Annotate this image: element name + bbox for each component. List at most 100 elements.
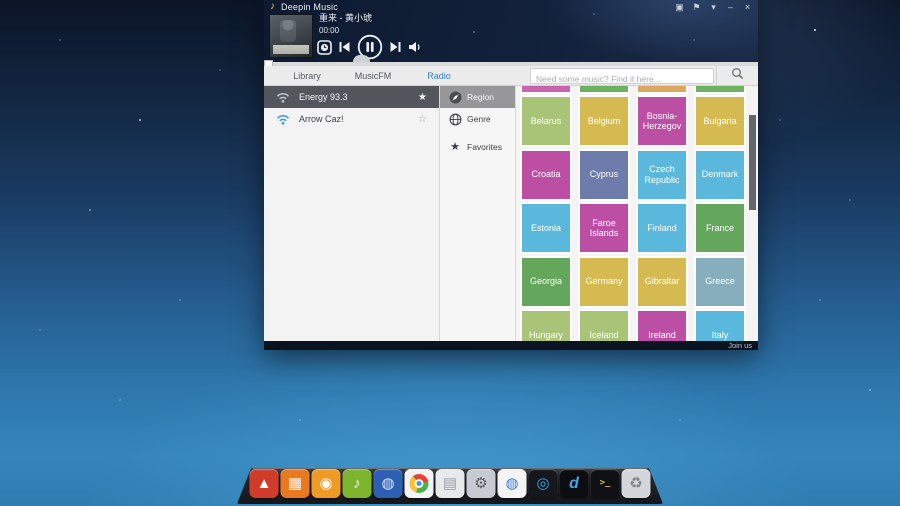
globe-glyph: ◍ — [381, 475, 395, 492]
region-tile-hungary[interactable]: Hungary — [522, 311, 570, 341]
screenshot-icon[interactable]: ◎ — [528, 469, 558, 498]
drawer-glyph: ▦ — [287, 475, 303, 492]
minimize-icon[interactable]: – — [725, 2, 736, 12]
gear-glyph: ⚙ — [474, 475, 488, 492]
join-us-link[interactable]: Join us — [728, 342, 752, 350]
nav-label: Region — [467, 92, 494, 102]
region-tile-croatia[interactable]: Croatia — [522, 150, 570, 199]
region-tile-partial[interactable] — [638, 86, 686, 92]
station-name: Arrow Caz! — [299, 114, 344, 124]
region-tile-estonia[interactable]: Estonia — [522, 204, 570, 252]
region-grid: Belarus Belgium Bosnia-Herzegov Bulgaria… — [516, 86, 758, 341]
station-name: Energy 93.3 — [299, 92, 348, 102]
region-tile-partial[interactable] — [580, 86, 628, 92]
favorite-star-icon[interactable]: ★ — [418, 92, 427, 103]
region-tile-gibraltar[interactable]: Gibraltar — [638, 257, 686, 306]
region-tiles: Belarus Belgium Bosnia-Herzegov Bulgaria… — [522, 97, 744, 341]
search-button[interactable] — [716, 66, 758, 86]
lyric-icon[interactable]: ⚑ — [691, 2, 702, 12]
station-row-energy[interactable]: Energy 93.3 ★ — [264, 86, 439, 108]
search-icon — [731, 67, 744, 85]
close-icon[interactable]: × — [742, 2, 753, 12]
search-box — [530, 68, 714, 86]
radio-signal-icon — [276, 92, 290, 103]
tab-musicfm[interactable]: MusicFM — [340, 66, 406, 86]
recycle-glyph: ♻ — [629, 475, 643, 492]
chrome-logo — [409, 474, 429, 493]
favorite-star-icon[interactable]: ☆ — [418, 114, 427, 125]
song-title: 重来 - 黄小琥 — [319, 13, 372, 23]
trash-icon[interactable]: ♻ — [621, 469, 651, 498]
documents-icon[interactable]: ▤ — [435, 469, 465, 498]
dmusic-icon[interactable]: d — [559, 469, 589, 498]
region-tile-georgia[interactable]: Georgia — [522, 257, 570, 306]
folder-glyph: ▤ — [442, 475, 458, 492]
volume-icon[interactable] — [408, 41, 423, 53]
d-glyph: d — [569, 474, 579, 492]
note-glyph: ♪ — [353, 475, 361, 492]
region-tile-czech[interactable]: Czech Republic — [638, 150, 686, 199]
player-collapse-handle[interactable] — [353, 55, 370, 62]
terminal-icon[interactable]: >_ — [590, 469, 620, 498]
search-input[interactable] — [531, 72, 713, 86]
region-tile-ireland[interactable]: Ireland — [638, 311, 686, 341]
nav-label: Genre — [467, 114, 491, 124]
star-icon: ★ — [450, 140, 460, 153]
globe-icon — [448, 112, 462, 126]
region-tile-belarus[interactable]: Belarus — [522, 97, 570, 145]
region-tile-partial[interactable] — [522, 86, 570, 92]
deepin-music-window: ♪ Deepin Music ▣ ⚑ ▾ – × 重来 - 黄小琥 00:00 — [264, 0, 758, 350]
previous-button-icon[interactable] — [339, 41, 350, 53]
player-header: ♪ Deepin Music ▣ ⚑ ▾ – × 重来 - 黄小琥 00:00 — [264, 0, 758, 62]
nav-item-favorites[interactable]: ★ Favorites — [440, 136, 515, 158]
lens-glyph: ◎ — [536, 475, 550, 492]
compass-icon — [448, 91, 462, 104]
chrome-icon[interactable] — [404, 469, 434, 498]
window-controls: ▣ ⚑ ▾ – × — [674, 2, 753, 12]
station-row-arrowcaz[interactable]: Arrow Caz! ☆ — [264, 108, 439, 130]
prompt-glyph: >_ — [599, 478, 611, 488]
nav-item-genre[interactable]: Genre — [440, 108, 515, 130]
theme-icon[interactable]: ▣ — [674, 2, 685, 12]
music-icon[interactable]: ♪ — [342, 469, 372, 498]
region-tile-denmark[interactable]: Denmark — [696, 150, 744, 199]
browser-icon[interactable]: ◍ — [497, 469, 527, 498]
swirl-glyph: ◉ — [319, 475, 333, 492]
region-tile-bosnia[interactable]: Bosnia-Herzegov — [638, 97, 686, 145]
window-footer: Join us — [264, 341, 758, 350]
media-player-icon[interactable]: ◍ — [373, 469, 403, 498]
play-queue-icon[interactable] — [317, 39, 332, 55]
next-button-icon[interactable] — [390, 41, 401, 53]
region-tile-italy[interactable]: Italy — [696, 311, 744, 341]
region-tile-greece[interactable]: Greece — [696, 257, 744, 306]
region-tile-iceland[interactable]: Iceland — [580, 311, 628, 341]
tab-bar: Library MusicFM Radio — [264, 66, 758, 86]
region-tile-germany[interactable]: Germany — [580, 257, 628, 306]
region-tile-partial[interactable] — [696, 86, 744, 92]
grid-scrollbar[interactable] — [749, 115, 756, 210]
file-manager-icon[interactable]: ▦ — [280, 469, 310, 498]
tab-library[interactable]: Library — [274, 66, 340, 86]
launcher-icon[interactable]: ▲ — [249, 469, 279, 498]
dock: ▲ ▦ ◉ ♪ ◍ ▤ ⚙ ◍ ◎ d >_ ♻ — [237, 468, 663, 504]
tab-radio[interactable]: Radio — [406, 66, 472, 86]
dock-icons: ▲ ▦ ◉ ♪ ◍ ▤ ⚙ ◍ ◎ d >_ ♻ — [249, 469, 651, 498]
station-list: Energy 93.3 ★ Arrow Caz! ☆ — [264, 86, 440, 341]
region-tile-belgium[interactable]: Belgium — [580, 97, 628, 145]
playback-controls — [317, 34, 423, 60]
radio-nav: Region Genre ★ Favorites — [440, 86, 516, 341]
rocket-glyph: ▲ — [256, 475, 272, 492]
nav-item-region[interactable]: Region — [440, 86, 515, 108]
desktop: ♪ Deepin Music ▣ ⚑ ▾ – × 重来 - 黄小琥 00:00 — [0, 0, 900, 506]
blue-globe-glyph: ◍ — [505, 475, 519, 492]
radio-signal-icon — [276, 114, 290, 125]
app-store-icon[interactable]: ◉ — [311, 469, 341, 498]
menu-icon[interactable]: ▾ — [708, 2, 719, 12]
nav-label: Favorites — [467, 142, 502, 152]
region-tile-faroe[interactable]: Faroe Islands — [580, 204, 628, 252]
region-tile-bulgaria[interactable]: Bulgaria — [696, 97, 744, 145]
settings-icon[interactable]: ⚙ — [466, 469, 496, 498]
region-tile-cyprus[interactable]: Cyprus — [580, 150, 628, 199]
region-tile-finland[interactable]: Finland — [638, 204, 686, 252]
region-tile-france[interactable]: France — [696, 204, 744, 252]
